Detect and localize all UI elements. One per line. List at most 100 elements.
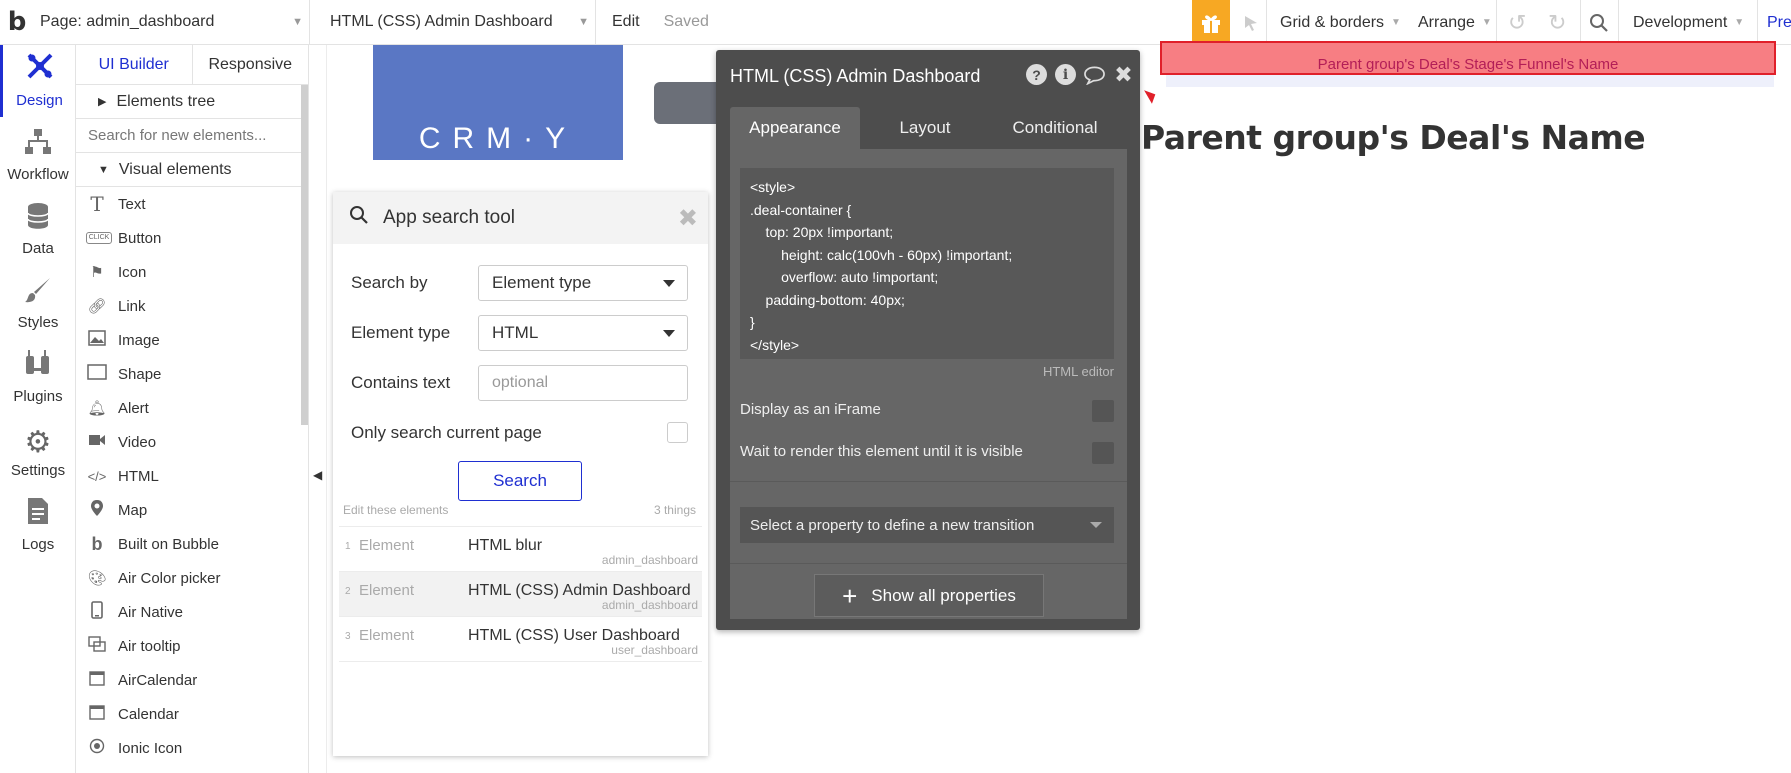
iframe-checkbox[interactable] [1092, 400, 1114, 422]
comment-icon[interactable] [1084, 64, 1105, 85]
results-count: 3 things [653, 503, 696, 517]
tab-responsive[interactable]: Responsive [193, 45, 309, 84]
page-selector[interactable]: Page: admin_dashboard ▼ [34, 0, 310, 45]
rail-item-logs[interactable]: Logs [0, 489, 76, 561]
element-item-shape[interactable]: Shape [76, 357, 308, 391]
close-icon[interactable]: ✖ [678, 204, 698, 233]
collapse-panel-icon[interactable]: ◀ [313, 468, 322, 482]
element-type-select[interactable]: HTML [478, 315, 688, 351]
element-item-built-on-bubble[interactable]: b Built on Bubble [76, 527, 308, 561]
only-current-page-checkbox[interactable] [667, 422, 688, 443]
property-editor-actions: ? i ✖ [1026, 62, 1134, 87]
shape-icon [86, 364, 108, 384]
tab-conditional[interactable]: Conditional [990, 107, 1120, 149]
grid-borders-label: Grid & borders [1280, 13, 1385, 31]
show-all-properties-button[interactable]: + Show all properties [814, 574, 1044, 617]
element-search-input[interactable]: Search for new elements... [76, 119, 308, 153]
elements-tree-toggle[interactable]: ▶ Elements tree [76, 85, 308, 119]
funnel-name-text[interactable]: Parent group's Deal's Stage's Funnel's N… [1160, 41, 1776, 75]
element-item-calendar[interactable]: Calendar [76, 697, 308, 731]
visual-elements-toggle[interactable]: ▼ Visual elements [76, 153, 308, 187]
element-item-map[interactable]: Map [76, 493, 308, 527]
result-page: admin_dashboard [601, 598, 698, 612]
rail-item-data[interactable]: Data [0, 193, 76, 265]
element-item-text[interactable]: T Text [76, 187, 308, 221]
caret-down-icon: ▼ [98, 163, 109, 176]
wait-render-checkbox[interactable] [1092, 442, 1114, 464]
tab-layout[interactable]: Layout [860, 107, 990, 149]
funnel-group-background [1166, 75, 1774, 87]
search-tool-title: App search tool [383, 207, 516, 228]
search-result-row[interactable]: 2 Element HTML (CSS) Admin Dashboard adm… [339, 571, 702, 616]
element-item-image[interactable]: Image [76, 323, 308, 357]
rail-item-styles[interactable]: Styles [0, 267, 76, 339]
search-by-value: Element type [492, 273, 592, 292]
grid-borders-menu[interactable]: Grid & borders ▼ [1280, 0, 1401, 45]
element-item-link[interactable]: 🔗︎ Link [76, 289, 308, 323]
appearance-panel: <style> .deal-container { top: 20px !imp… [730, 149, 1127, 619]
element-item-icon[interactable]: ⚑ Icon [76, 255, 308, 289]
help-icon[interactable]: ? [1026, 64, 1047, 85]
gift-icon[interactable] [1192, 0, 1230, 45]
bubble-logo-icon[interactable]: b [0, 0, 34, 45]
settings-icon: ⚙ [24, 426, 52, 459]
element-item-ionic-icon[interactable]: Ionic Icon [76, 731, 308, 765]
data-icon [25, 202, 51, 236]
contains-text-input[interactable]: optional [478, 365, 688, 401]
flag-icon: ⚑ [90, 264, 104, 281]
search-result-row[interactable]: 1 Element HTML blur admin_dashboard [339, 526, 702, 571]
panel-scrollbar[interactable] [301, 85, 308, 425]
tab-ui-builder[interactable]: UI Builder [76, 45, 193, 84]
element-item-air-tooltip[interactable]: Air tooltip [76, 629, 308, 663]
rail-item-plugins[interactable]: Plugins [0, 341, 76, 413]
saved-status: Saved [663, 13, 709, 30]
element-label: Map [118, 501, 148, 519]
html-code-editor[interactable]: <style> .deal-container { top: 20px !imp… [740, 168, 1114, 359]
rail-item-workflow[interactable]: Workflow [0, 119, 76, 191]
html-editor-link[interactable]: HTML editor [1043, 364, 1114, 379]
transition-select[interactable]: Select a property to define a new transi… [740, 507, 1114, 543]
info-icon[interactable]: i [1055, 64, 1076, 85]
element-label: AirCalendar [118, 671, 198, 689]
element-label: Shape [118, 365, 162, 383]
element-item-button[interactable]: CLICK Button [76, 221, 308, 255]
undo-icon[interactable]: ↺ [1508, 0, 1526, 45]
chevron-down-icon: ▼ [578, 16, 589, 28]
element-item-video[interactable]: Video [76, 425, 308, 459]
deal-name-text[interactable]: Parent group's Deal's Name [1141, 118, 1646, 157]
search-icon[interactable] [1589, 0, 1609, 45]
environment-selector[interactable]: Development ▼ [1633, 0, 1744, 45]
element-item-alert[interactable]: 🔔︎ Alert [76, 391, 308, 425]
search-result-row[interactable]: 3 Element HTML (CSS) User Dashboard user… [339, 616, 702, 661]
element-item-html[interactable]: </> HTML [76, 459, 308, 493]
search-tool-header: App search tool ✖ [333, 192, 708, 244]
preview-button[interactable]: Pre [1767, 0, 1791, 45]
arrange-menu[interactable]: Arrange ▼ [1418, 0, 1492, 45]
close-icon[interactable]: ✖ [1113, 62, 1134, 87]
rail-item-settings[interactable]: ⚙ Settings [0, 415, 76, 487]
element-item-air-native[interactable]: Air Native [76, 595, 308, 629]
element-item-aircalendar[interactable]: AirCalendar [76, 663, 308, 697]
rail-label: Data [22, 240, 54, 257]
chevron-down-icon: ▼ [292, 16, 303, 28]
search-by-select[interactable]: Element type [478, 265, 688, 301]
rail-item-design[interactable]: Design [0, 45, 76, 117]
edit-menu[interactable]: Edit [612, 13, 640, 31]
image-icon [86, 330, 108, 350]
edit-note: Edit these elements [343, 503, 449, 517]
search-button[interactable]: Search [458, 461, 582, 501]
logs-icon [26, 496, 50, 532]
tab-appearance[interactable]: Appearance [730, 107, 860, 149]
search-icon [349, 205, 369, 231]
crmy-logo[interactable]: CRM·Y [373, 45, 623, 160]
result-kind: Element [359, 537, 415, 554]
element-item-air-color-picker[interactable]: 🎨︎ Air Color picker [76, 561, 308, 595]
element-label: Air tooltip [118, 637, 181, 655]
element-selector-label: HTML (CSS) Admin Dashboard [330, 13, 553, 30]
pointer-icon[interactable] [1242, 0, 1260, 45]
redo-icon[interactable]: ↻ [1548, 0, 1566, 45]
element-selector[interactable]: HTML (CSS) Admin Dashboard ▼ [310, 0, 596, 45]
element-panel: UI Builder Responsive ▶ Elements tree Se… [76, 45, 309, 773]
result-number: 2 [345, 586, 351, 597]
element-label: Button [118, 229, 162, 247]
